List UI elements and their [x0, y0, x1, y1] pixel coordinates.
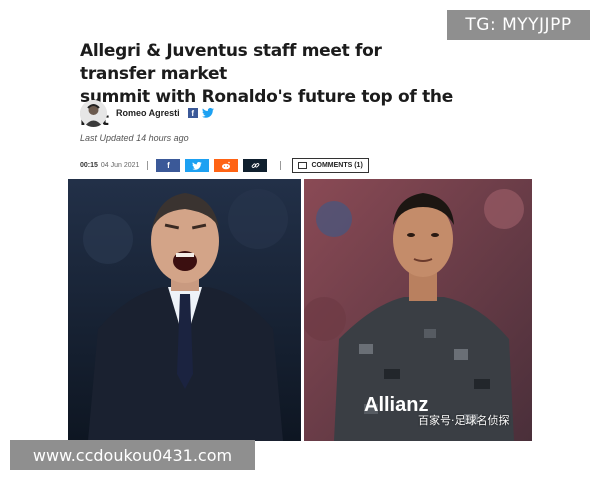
author-facebook-icon[interactable]: f [187, 108, 198, 118]
author-name[interactable]: Romeo Agresti [116, 108, 180, 118]
share-link-button[interactable] [243, 159, 268, 172]
allegri-illustration [68, 179, 301, 441]
share-twitter-button[interactable] [185, 159, 210, 172]
comment-icon [298, 162, 308, 169]
comments-label: COMMENTS (1) [311, 162, 363, 169]
share-reddit-button[interactable] [214, 159, 239, 172]
tg-badge: TG: MYYJJPP [447, 10, 590, 40]
url-banner: www.ccdoukou0431.com [10, 440, 255, 470]
link-icon [251, 163, 260, 168]
twitter-icon [192, 161, 203, 170]
divider [147, 161, 149, 170]
watermark-text: 百家号·足球名侦探 [418, 414, 510, 427]
headline-line-1: Allegri & Juventus staff meet for transf… [80, 41, 382, 84]
author-row: Romeo Agresti f [80, 98, 214, 128]
last-updated-value: 14 hours ago [136, 133, 189, 143]
author-social-links: f [187, 108, 214, 118]
facebook-icon: f [167, 161, 170, 170]
last-updated-label: Last Updated [80, 133, 134, 143]
ronaldo-illustration: Allianz [304, 179, 532, 441]
publish-date: 04 Jun 2021 [100, 162, 140, 169]
author-avatar[interactable] [80, 99, 107, 127]
share-facebook-button[interactable]: f [156, 159, 181, 172]
photo-allegri [68, 179, 301, 441]
comments-button[interactable]: COMMENTS (1) [292, 158, 369, 173]
photo-ronaldo: Allianz [304, 179, 532, 441]
share-bar: 00:15 04 Jun 2021 f COMMENTS (1) [80, 157, 369, 174]
last-updated: Last Updated 14 hours ago [80, 133, 189, 143]
reddit-icon [222, 161, 231, 170]
publish-time: 00:15 [80, 162, 98, 169]
divider [280, 161, 282, 170]
author-twitter-icon[interactable] [201, 108, 214, 118]
